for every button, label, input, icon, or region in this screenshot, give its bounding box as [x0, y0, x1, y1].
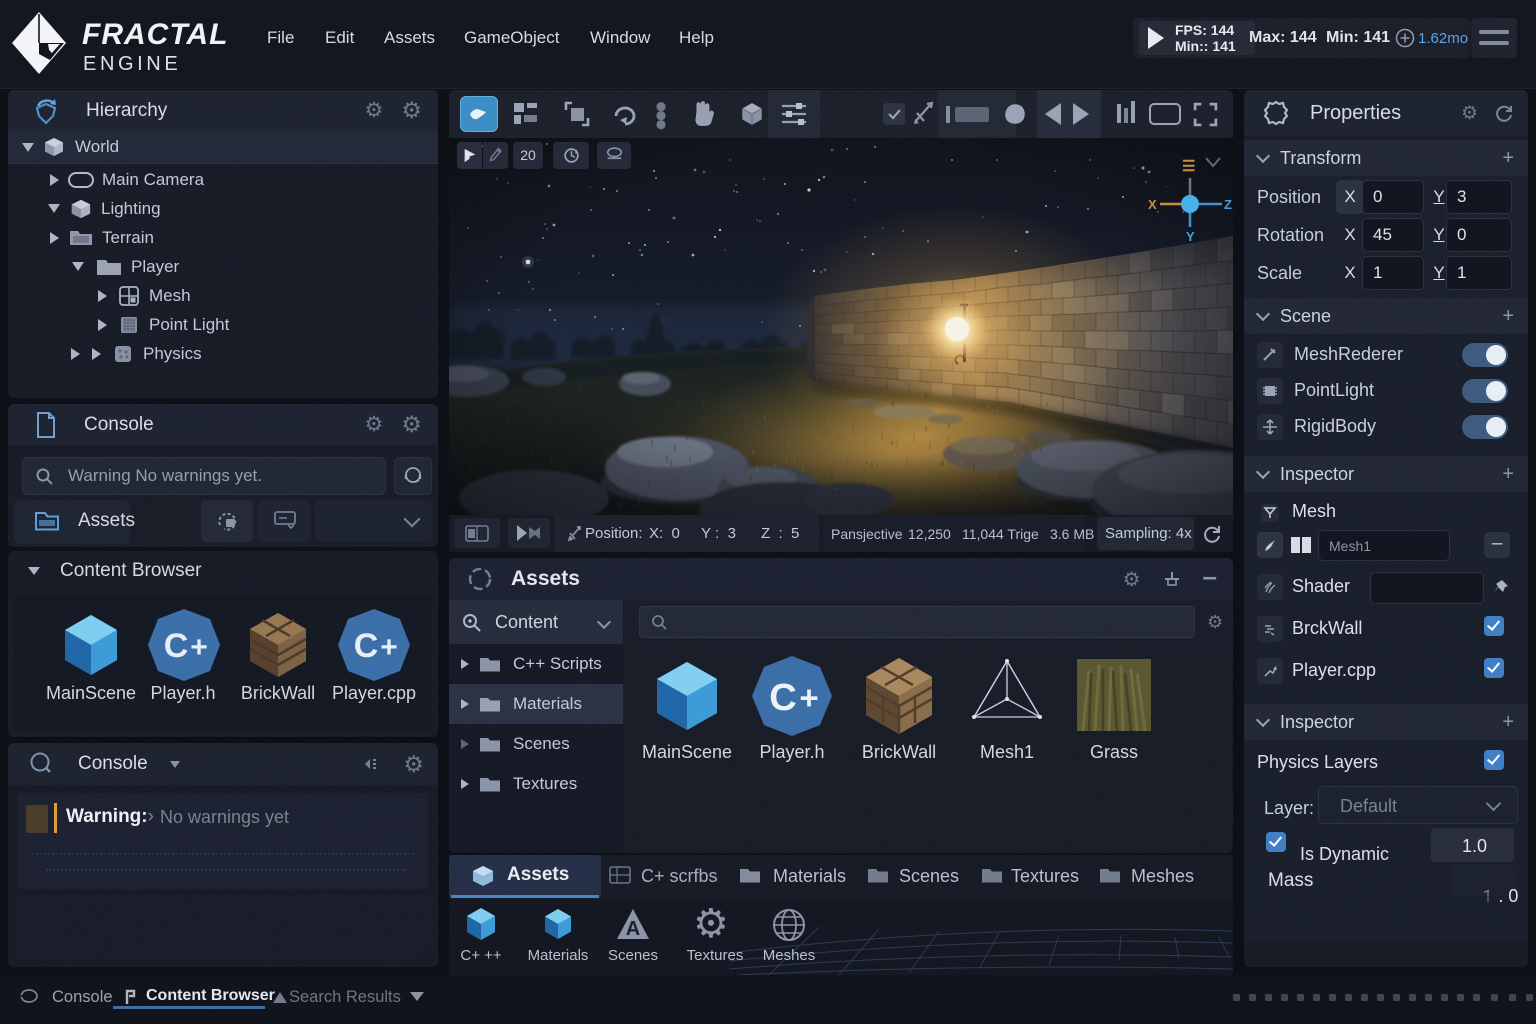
- svg-text:+: +: [799, 679, 818, 716]
- svg-text:☰: ☰: [1182, 158, 1195, 175]
- svg-text:+: +: [190, 631, 208, 664]
- svg-text:C: C: [354, 627, 379, 665]
- svg-text:Z: Z: [1224, 197, 1232, 212]
- svg-text:X: X: [1148, 197, 1157, 212]
- svg-text:+: +: [380, 631, 398, 664]
- svg-text:C: C: [164, 627, 189, 665]
- svg-text:A: A: [626, 918, 640, 940]
- svg-text:C: C: [769, 677, 796, 719]
- svg-text:Y: Y: [1186, 229, 1195, 244]
